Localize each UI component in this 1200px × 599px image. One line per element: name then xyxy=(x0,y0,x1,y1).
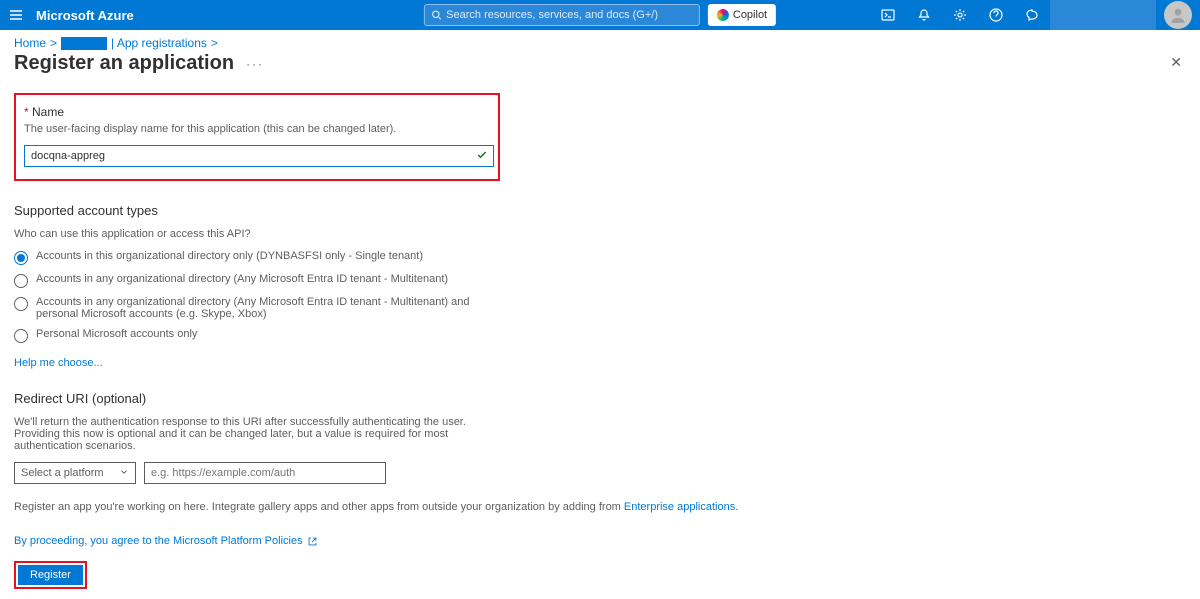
menu-icon[interactable] xyxy=(0,7,32,23)
breadcrumb-home[interactable]: Home xyxy=(14,36,46,50)
copilot-icon xyxy=(717,9,729,21)
check-icon xyxy=(476,149,488,164)
redirect-subtext: We'll return the authentication response… xyxy=(14,416,484,452)
name-helper: The user-facing display name for this ap… xyxy=(24,123,490,135)
redirect-uri-input[interactable] xyxy=(144,462,386,484)
cloud-shell-icon[interactable] xyxy=(870,0,906,30)
brand-label: Microsoft Azure xyxy=(32,8,134,23)
breadcrumb: Home> | App registrations> xyxy=(0,30,1200,50)
page-title: Register an application xyxy=(14,52,234,75)
radio-single-tenant[interactable]: Accounts in this organizational director… xyxy=(14,250,1186,265)
radio-icon xyxy=(14,251,28,265)
more-icon[interactable]: ··· xyxy=(246,57,264,71)
breadcrumb-appreg[interactable]: | App registrations xyxy=(111,36,207,50)
name-label: Name xyxy=(24,105,490,119)
radio-personal-only[interactable]: Personal Microsoft accounts only xyxy=(14,328,1186,343)
account-block[interactable] xyxy=(1050,0,1156,30)
radio-icon xyxy=(14,274,28,288)
radio-multitenant[interactable]: Accounts in any organizational directory… xyxy=(14,273,1186,288)
notifications-icon[interactable] xyxy=(906,0,942,30)
policy-link[interactable]: By proceeding, you agree to the Microsof… xyxy=(14,535,303,547)
account-types-subtext: Who can use this application or access t… xyxy=(14,228,1186,240)
help-icon[interactable] xyxy=(978,0,1014,30)
avatar[interactable] xyxy=(1164,1,1192,29)
radio-icon xyxy=(14,297,28,311)
breadcrumb-tenant[interactable] xyxy=(61,37,107,50)
search-input[interactable] xyxy=(424,4,700,26)
highlight-name-section: Name The user-facing display name for th… xyxy=(14,93,500,181)
platform-select[interactable]: Select a platform xyxy=(14,462,136,484)
name-input[interactable] xyxy=(24,145,494,167)
redirect-heading: Redirect URI (optional) xyxy=(14,391,1186,406)
radio-icon xyxy=(14,329,28,343)
bottom-note: Register an app you're working on here. … xyxy=(14,501,1186,513)
highlight-register-button: Register xyxy=(14,561,87,589)
copilot-button[interactable]: Copilot xyxy=(708,4,776,26)
help-me-choose-link[interactable]: Help me choose... xyxy=(14,357,103,369)
register-button[interactable]: Register xyxy=(18,565,83,585)
chevron-down-icon xyxy=(119,467,129,480)
settings-icon[interactable] xyxy=(942,0,978,30)
bottom-bar: Register an app you're working on here. … xyxy=(0,493,1200,599)
enterprise-apps-link[interactable]: Enterprise applications xyxy=(624,501,735,513)
external-link-icon xyxy=(307,536,318,547)
platform-placeholder: Select a platform xyxy=(21,467,104,479)
account-types-heading: Supported account types xyxy=(14,203,1186,218)
top-bar: Microsoft Azure Copilot xyxy=(0,0,1200,30)
feedback-icon[interactable] xyxy=(1014,0,1050,30)
copilot-label: Copilot xyxy=(733,9,767,21)
close-icon[interactable]: ✕ xyxy=(1170,54,1182,71)
account-types-section: Supported account types Who can use this… xyxy=(14,203,1186,369)
redirect-uri-section: Redirect URI (optional) We'll return the… xyxy=(14,391,1186,484)
radio-multitenant-personal[interactable]: Accounts in any organizational directory… xyxy=(14,296,474,320)
search-field[interactable] xyxy=(446,9,693,21)
